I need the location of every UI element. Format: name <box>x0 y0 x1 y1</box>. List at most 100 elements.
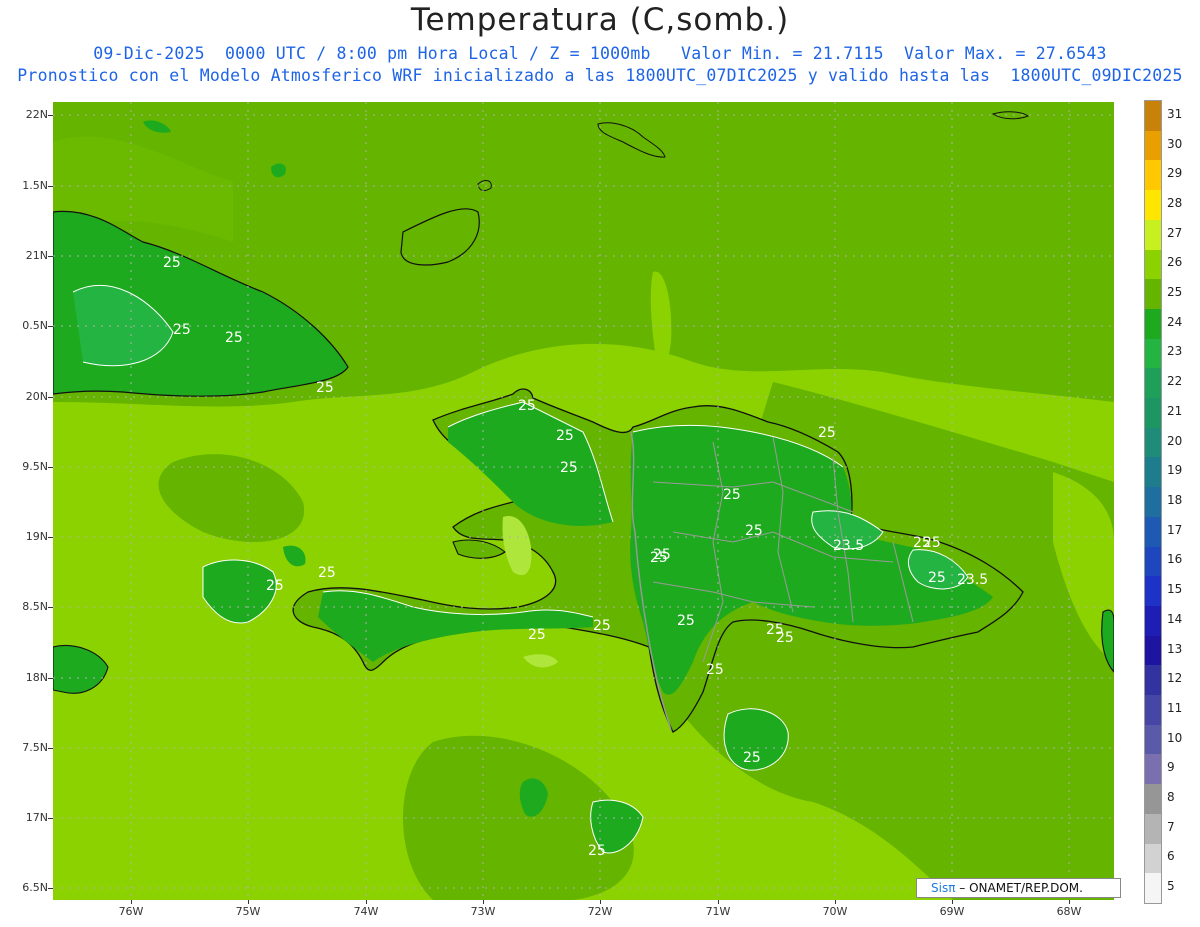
color-scale-swatch <box>1145 843 1161 874</box>
color-scale-label: 12 <box>1167 671 1183 686</box>
latitude-tick-label: 1.5N <box>22 179 48 192</box>
sispi-brand: Sisπ <box>931 881 956 895</box>
contour-value-label: 25 <box>677 613 695 629</box>
color-scale-label: 31 <box>1167 106 1183 121</box>
color-scale-swatch <box>1145 457 1161 488</box>
latitude-tick-label: 22N <box>25 108 48 121</box>
color-scale-swatch <box>1145 516 1161 548</box>
credit-box: Sisπ – ONAMET/REP.DOM. <box>916 878 1121 898</box>
color-scale-label: 14 <box>1167 611 1183 626</box>
latitude-tick-mark <box>48 115 53 116</box>
color-scale-swatch <box>1145 754 1161 785</box>
contour-value-label: 25 <box>528 627 546 643</box>
color-scale-swatch <box>1145 368 1161 399</box>
contour-value-label: 25 <box>225 330 243 346</box>
contour-value-label: 25 <box>316 380 334 396</box>
latitude-tick-mark <box>48 748 53 749</box>
color-scale-label: 15 <box>1167 582 1183 597</box>
contour-value-label: 25 <box>593 618 611 634</box>
longitude-tick-mark <box>483 900 484 904</box>
longitude-tick-label: 76W <box>118 905 144 918</box>
contour-value-label: 25 <box>318 565 336 581</box>
map-subtitle-model-info: Pronostico con el Modelo Atmosferico WRF… <box>17 66 1183 85</box>
contour-value-label: 25 <box>818 425 836 441</box>
contour-value-label: 25 <box>913 535 931 551</box>
contour-value-label: 25 <box>745 523 763 539</box>
temperature-map: 25 25 25 25 25 25 25 25 25 25 25 25 23.5 25 25 23.5 25 25… <box>53 102 1114 900</box>
contour-value-label: 25 <box>650 550 668 566</box>
latitude-tick-mark <box>48 818 53 819</box>
color-scale-label: 28 <box>1167 195 1183 210</box>
contour-value-label: 25 <box>588 843 606 859</box>
contour-value-label: 25 <box>743 750 761 766</box>
latitude-tick-mark <box>48 607 53 608</box>
color-scale-swatch <box>1145 308 1161 340</box>
latitude-tick-label: 6.5N <box>22 881 48 894</box>
longitude-tick-mark <box>366 900 367 904</box>
color-scale-label: 30 <box>1167 136 1183 151</box>
color-scale-label: 25 <box>1167 285 1183 300</box>
longitude-tick-label: 72W <box>587 905 613 918</box>
longitude-tick-mark <box>248 900 249 904</box>
color-scale-swatch <box>1145 605 1161 637</box>
color-scale-label: 16 <box>1167 552 1183 567</box>
latitude-tick-label: 8.5N <box>22 600 48 613</box>
color-scale-label: 18 <box>1167 493 1183 507</box>
color-scale-swatch <box>1145 665 1161 696</box>
color-scale-swatch <box>1145 576 1161 607</box>
color-scale-label: 29 <box>1167 166 1183 181</box>
color-scale-label: 5 <box>1167 879 1175 894</box>
credit-text: – ONAMET/REP.DOM. <box>959 881 1083 895</box>
color-scale-swatch <box>1145 427 1161 458</box>
longitude-tick-label: 71W <box>705 905 731 918</box>
contour-value-label: 25 <box>928 570 946 586</box>
longitude-tick-label: 68W <box>1056 905 1082 918</box>
contour-value-label: 25 <box>556 428 574 444</box>
latitude-tick-label: 17N <box>25 811 48 824</box>
longitude-tick-mark <box>600 900 601 904</box>
color-scale-swatch <box>1145 873 1161 904</box>
color-scale-label: 17 <box>1167 522 1183 537</box>
latitude-tick-mark <box>48 467 53 468</box>
color-scale-label: 7 <box>1167 819 1175 834</box>
small-cay <box>477 180 492 192</box>
color-scale-label: 26 <box>1167 255 1183 270</box>
color-scale-swatch <box>1145 130 1161 161</box>
map-title: Temperatura (C,somb.) <box>410 2 790 38</box>
longitude-tick-label: 73W <box>470 905 496 918</box>
color-scale-swatch <box>1145 724 1161 755</box>
contour-value-label: 25 <box>173 322 191 338</box>
longitude-tick-mark <box>718 900 719 904</box>
longitude-tick-mark <box>1069 900 1070 904</box>
latitude-tick-label: 0.5N <box>22 319 48 332</box>
color-scale-swatch <box>1145 249 1161 280</box>
color-scale-label: 19 <box>1167 463 1183 478</box>
color-scale-swatch <box>1145 190 1161 221</box>
color-scale-swatch <box>1145 784 1161 815</box>
longitude-tick-mark <box>835 900 836 904</box>
latitude-tick-mark <box>48 397 53 398</box>
color-scale-label: 8 <box>1167 790 1175 805</box>
latitude-tick-label: 18N <box>25 671 48 684</box>
color-scale-swatch <box>1145 546 1161 577</box>
contour-value-label: 23.5 <box>957 572 988 588</box>
longitude-tick-label: 75W <box>235 905 261 918</box>
contour-value-label: 23.5 <box>833 538 864 554</box>
color-scale-swatch <box>1145 101 1161 132</box>
contour-value-label: 25 <box>560 460 578 476</box>
longitude-tick-label: 70W <box>822 905 848 918</box>
contour-value-label: 25 <box>518 398 536 414</box>
longitude-tick-label: 69W <box>939 905 965 918</box>
contour-value-label: 25 <box>163 255 181 271</box>
color-scale-swatch <box>1145 695 1161 726</box>
color-scale-swatch <box>1145 813 1161 845</box>
color-scale-swatch <box>1145 219 1161 251</box>
longitude-tick-mark <box>952 900 953 904</box>
latitude-tick-label: 21N <box>25 249 48 262</box>
color-scale-swatch <box>1145 338 1161 369</box>
color-scale-label: 6 <box>1167 849 1175 864</box>
color-scale-label: 11 <box>1167 700 1183 715</box>
color-scale-label: 20 <box>1167 433 1183 448</box>
map-subtitle-datetime: 09-Dic-2025 0000 UTC / 8:00 pm Hora Loca… <box>93 44 1107 63</box>
color-scale-swatch <box>1145 487 1161 518</box>
